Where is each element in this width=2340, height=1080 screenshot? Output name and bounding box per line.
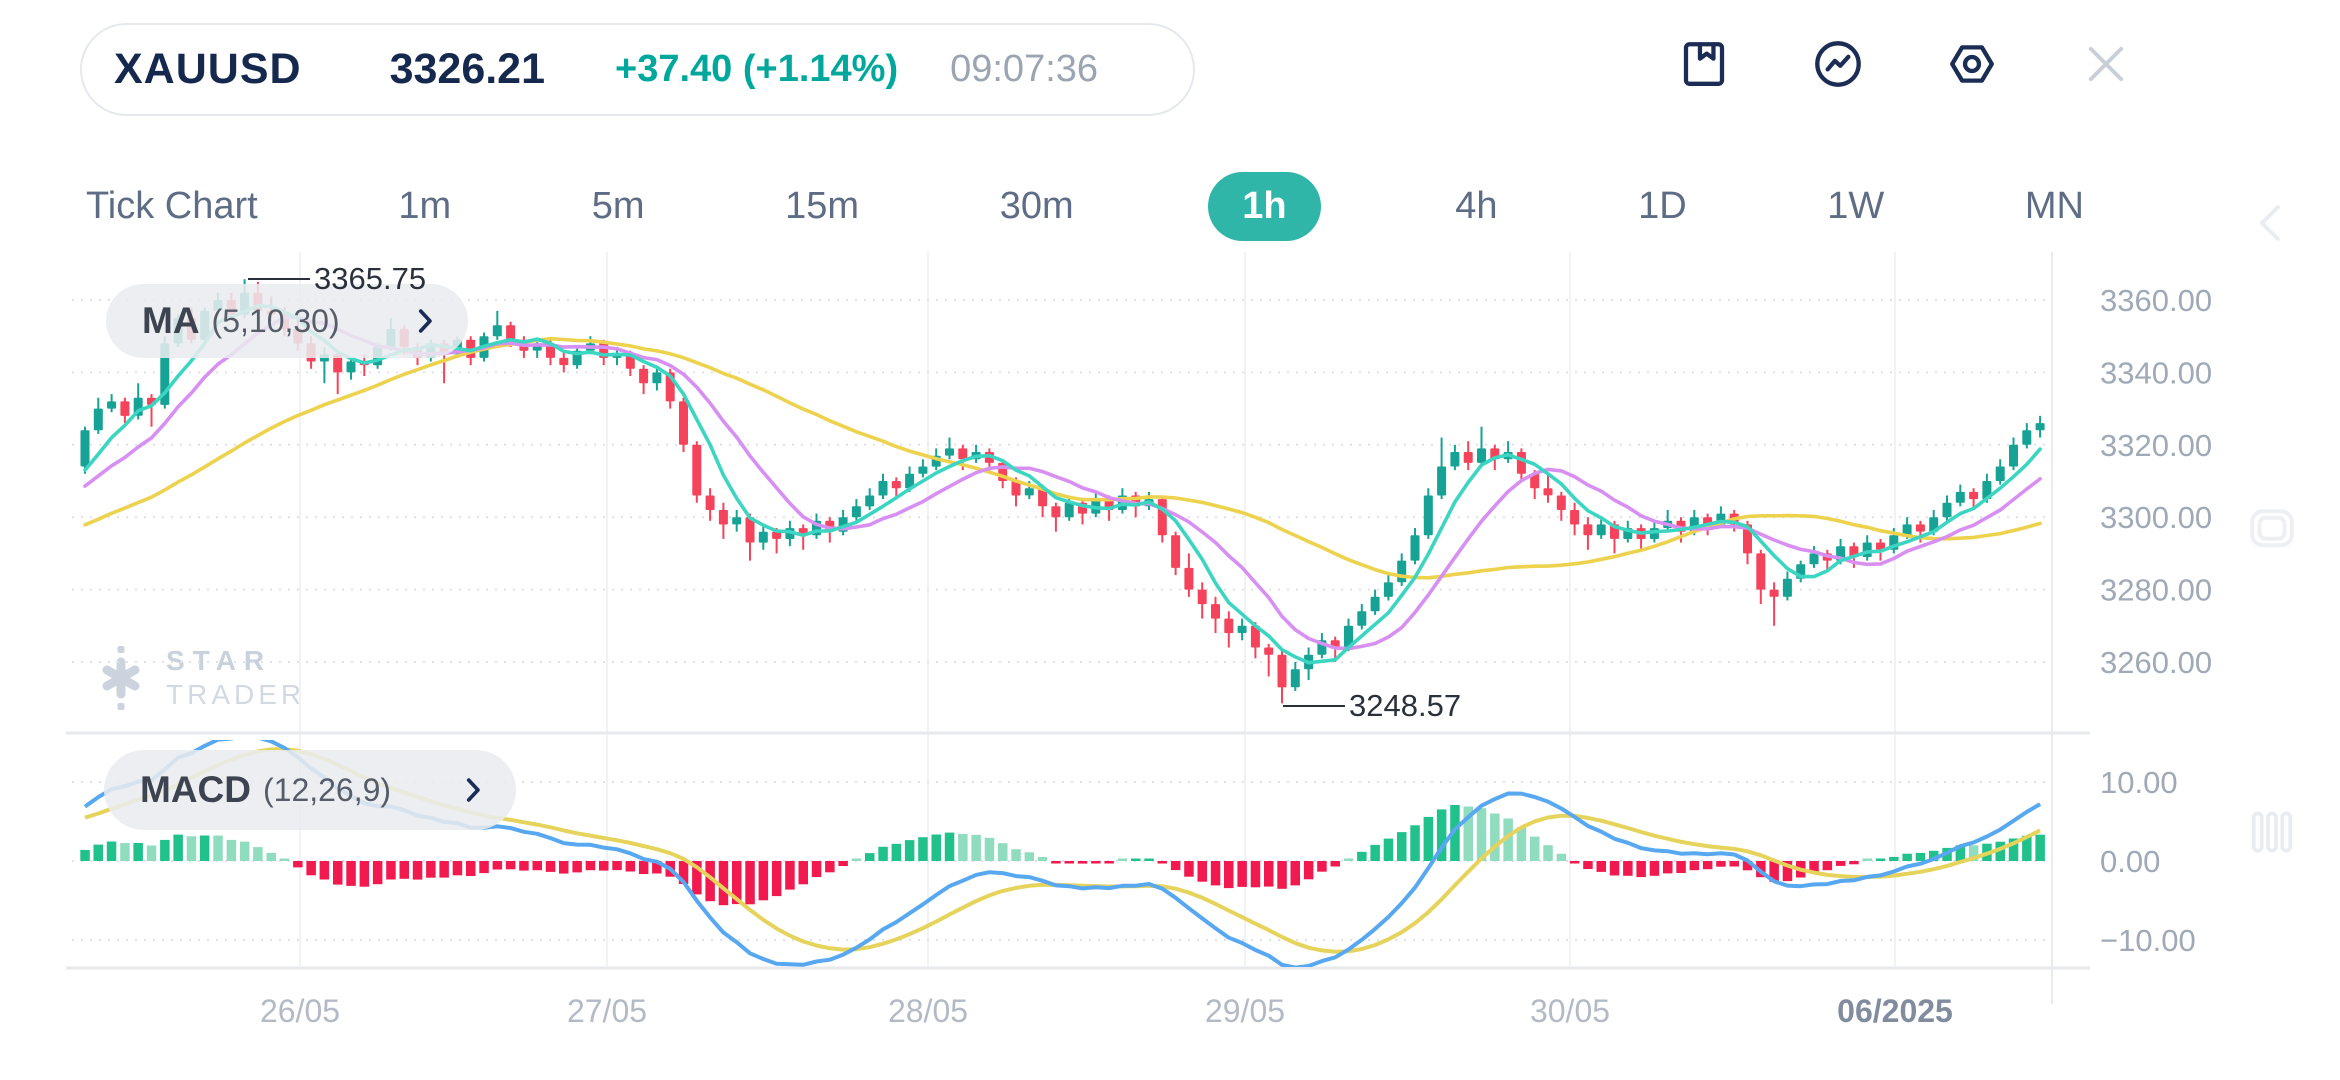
svg-text:0.00: 0.00 xyxy=(2100,844,2160,879)
ma-indicator-name: MA xyxy=(142,300,200,342)
svg-text:3280.00: 3280.00 xyxy=(2100,573,2212,608)
svg-text:28/05: 28/05 xyxy=(888,993,968,1029)
drag-handle[interactable] xyxy=(2244,804,2300,860)
svg-text:3300.00: 3300.00 xyxy=(2100,500,2212,535)
high-price-label: 3365.75 xyxy=(314,261,426,297)
rounded-square-icon xyxy=(2244,500,2300,556)
macd-indicator-pill[interactable]: MACD (12,26,9) xyxy=(104,750,516,830)
high-price-annotation: 3365.75 xyxy=(248,261,426,297)
axis-labels: 3360.00 3340.00 3320.00 3300.00 3280.00 3260.… xyxy=(260,283,2212,1029)
macd-indicator-name: MACD xyxy=(140,769,251,811)
low-price-annotation: 3248.57 xyxy=(1283,688,1461,724)
svg-text:3360.00: 3360.00 xyxy=(2100,283,2212,318)
chevron-right-icon xyxy=(408,304,442,338)
svg-text:3320.00: 3320.00 xyxy=(2100,428,2212,463)
macd-indicator-params: (12,26,9) xyxy=(263,772,391,809)
chart-gridlines xyxy=(66,252,2090,1004)
vertical-bars-icon xyxy=(2244,804,2300,860)
svg-text:26/05: 26/05 xyxy=(260,993,340,1029)
trading-app-screen: STAR TRADER 3360.003340.003320.003300.00… xyxy=(0,0,2340,1080)
svg-text:29/05: 29/05 xyxy=(1205,993,1285,1029)
svg-text:−10.00: −10.00 xyxy=(2100,923,2196,958)
panel-collapse-handle[interactable] xyxy=(2248,198,2296,246)
svg-text:3340.00: 3340.00 xyxy=(2100,355,2212,390)
annotation-line xyxy=(248,278,310,280)
svg-text:27/05: 27/05 xyxy=(567,993,647,1029)
screenshot-button[interactable] xyxy=(2244,500,2300,556)
low-price-label: 3248.57 xyxy=(1349,688,1461,724)
svg-text:10.00: 10.00 xyxy=(2100,765,2178,800)
price-chart-canvas[interactable]: 3360.00 3340.00 3320.00 3300.00 3280.00 3260.… xyxy=(0,0,2340,1080)
chevron-left-icon xyxy=(2248,198,2296,246)
ma-indicator-params: (5,10,30) xyxy=(212,303,340,340)
svg-text:06/2025: 06/2025 xyxy=(1837,993,1953,1029)
chevron-right-icon xyxy=(456,773,490,807)
annotation-line xyxy=(1283,705,1345,707)
svg-text:3260.00: 3260.00 xyxy=(2100,645,2212,680)
svg-text:30/05: 30/05 xyxy=(1530,993,1610,1029)
